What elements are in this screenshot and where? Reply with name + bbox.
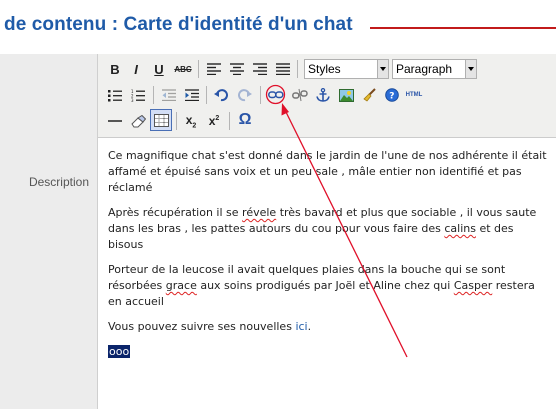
- outdent-icon: [162, 89, 176, 101]
- paragraph-2-text-a: Après récupération il se: [108, 206, 243, 219]
- undo-button[interactable]: [211, 85, 231, 105]
- selected-text[interactable]: ooo: [108, 345, 131, 358]
- link-icon: [268, 91, 284, 99]
- toolbar-separator: [206, 86, 207, 104]
- broom-icon: [362, 88, 376, 102]
- paragraph-1: Ce magnifique chat s'est donné dans le j…: [108, 149, 547, 194]
- redo-icon: [238, 88, 252, 101]
- align-left-button[interactable]: [204, 59, 224, 79]
- misspelled-word: Casper: [453, 279, 493, 292]
- align-right-button[interactable]: [250, 59, 270, 79]
- anchor-icon: [316, 88, 330, 102]
- superscript-icon: x2: [209, 114, 220, 128]
- horizontal-rule-button[interactable]: [105, 111, 125, 131]
- editor-content[interactable]: Ce magnifique chat s'est donné dans le j…: [108, 148, 552, 369]
- toolbar-separator: [153, 86, 154, 104]
- undo-icon: [214, 88, 228, 101]
- special-character-button[interactable]: Ω: [235, 110, 255, 130]
- italic-button[interactable]: I: [126, 59, 146, 79]
- align-justify-button[interactable]: [273, 59, 293, 79]
- outdent-button[interactable]: [159, 85, 179, 105]
- help-icon: ?: [385, 88, 399, 102]
- toolbar-separator: [176, 112, 177, 130]
- align-center-icon: [230, 63, 244, 75]
- subscript-button[interactable]: x2: [181, 111, 201, 131]
- superscript-button[interactable]: x2: [204, 111, 224, 131]
- svg-text:3: 3: [131, 98, 134, 102]
- image-icon: [338, 88, 354, 102]
- toolbar-separator: [260, 86, 261, 104]
- help-button[interactable]: ?: [382, 85, 402, 105]
- format-select-value: Paragraph: [396, 62, 453, 76]
- subscript-icon: x2: [186, 113, 197, 129]
- misspelled-word: calins: [444, 222, 476, 235]
- rich-text-editor: B I U ABC Styles Paragraph 123 ? HTML x2…: [97, 54, 556, 409]
- bullet-list-icon: [108, 89, 122, 101]
- table-icon: [153, 113, 169, 127]
- horizontal-rule-icon: [108, 120, 122, 122]
- insert-link-button[interactable]: [266, 85, 286, 105]
- toolbar-separator: [198, 60, 199, 78]
- toolbar-separator: [229, 112, 230, 130]
- anchor-button[interactable]: [313, 85, 333, 105]
- paragraph-4-text-b: .: [307, 320, 312, 333]
- misspelled-word: grace: [165, 279, 197, 292]
- subscript-mark: 2: [192, 122, 197, 130]
- page-header: de contenu : Carte d'identité d'un chat: [0, 0, 556, 54]
- paragraph-5: ooo: [108, 344, 552, 360]
- page-title: de contenu : Carte d'identité d'un chat: [4, 14, 353, 35]
- cleanup-button[interactable]: [359, 85, 379, 105]
- description-label: Description: [28, 175, 89, 189]
- paragraph-3: Porteur de la leucose il avait quelques …: [108, 262, 552, 310]
- form-label-column: Description: [0, 54, 97, 409]
- styles-select-value: Styles: [308, 62, 341, 76]
- underline-button[interactable]: U: [149, 59, 169, 79]
- align-right-icon: [253, 63, 267, 75]
- toolbar-separator: [297, 60, 298, 78]
- superscript-mark: 2: [215, 115, 220, 122]
- html-source-button[interactable]: HTML: [404, 85, 424, 105]
- header-divider: [370, 27, 556, 29]
- paragraph-4: Vous pouvez suivre ses nouvelles ici.: [108, 319, 552, 335]
- indent-icon: [185, 89, 199, 101]
- strikethrough-button[interactable]: ABC: [173, 59, 193, 79]
- indent-button[interactable]: [182, 85, 202, 105]
- insert-image-button[interactable]: [336, 85, 356, 105]
- visual-aid-button[interactable]: [150, 109, 172, 131]
- eraser-icon: [130, 114, 146, 127]
- bold-button[interactable]: B: [105, 59, 125, 79]
- align-left-icon: [207, 63, 221, 75]
- format-select[interactable]: Paragraph: [392, 59, 477, 79]
- paragraph-3-text-b: aux soins prodigués par Joël et Aline ch…: [196, 279, 454, 292]
- remove-format-button[interactable]: [128, 111, 148, 131]
- svg-text:?: ?: [389, 92, 394, 102]
- unlink-icon: [292, 88, 308, 102]
- redo-button[interactable]: [235, 85, 255, 105]
- align-center-button[interactable]: [227, 59, 247, 79]
- misspelled-word: révele: [242, 206, 277, 219]
- news-link[interactable]: ici: [295, 320, 307, 333]
- editor-toolbar: B I U ABC Styles Paragraph 123 ? HTML x2…: [98, 54, 556, 138]
- numbered-list-button[interactable]: 123: [128, 85, 148, 105]
- bullet-list-button[interactable]: [105, 85, 125, 105]
- paragraph-4-text-a: Vous pouvez suivre ses nouvelles: [108, 320, 296, 333]
- chevron-down-icon: [377, 60, 388, 78]
- styles-select[interactable]: Styles: [304, 59, 389, 79]
- chevron-down-icon: [465, 60, 476, 78]
- align-justify-icon: [276, 63, 290, 75]
- paragraph-2: Après récupération il se révele très bav…: [108, 205, 552, 253]
- unlink-button[interactable]: [290, 85, 310, 105]
- numbered-list-icon: 123: [131, 89, 145, 102]
